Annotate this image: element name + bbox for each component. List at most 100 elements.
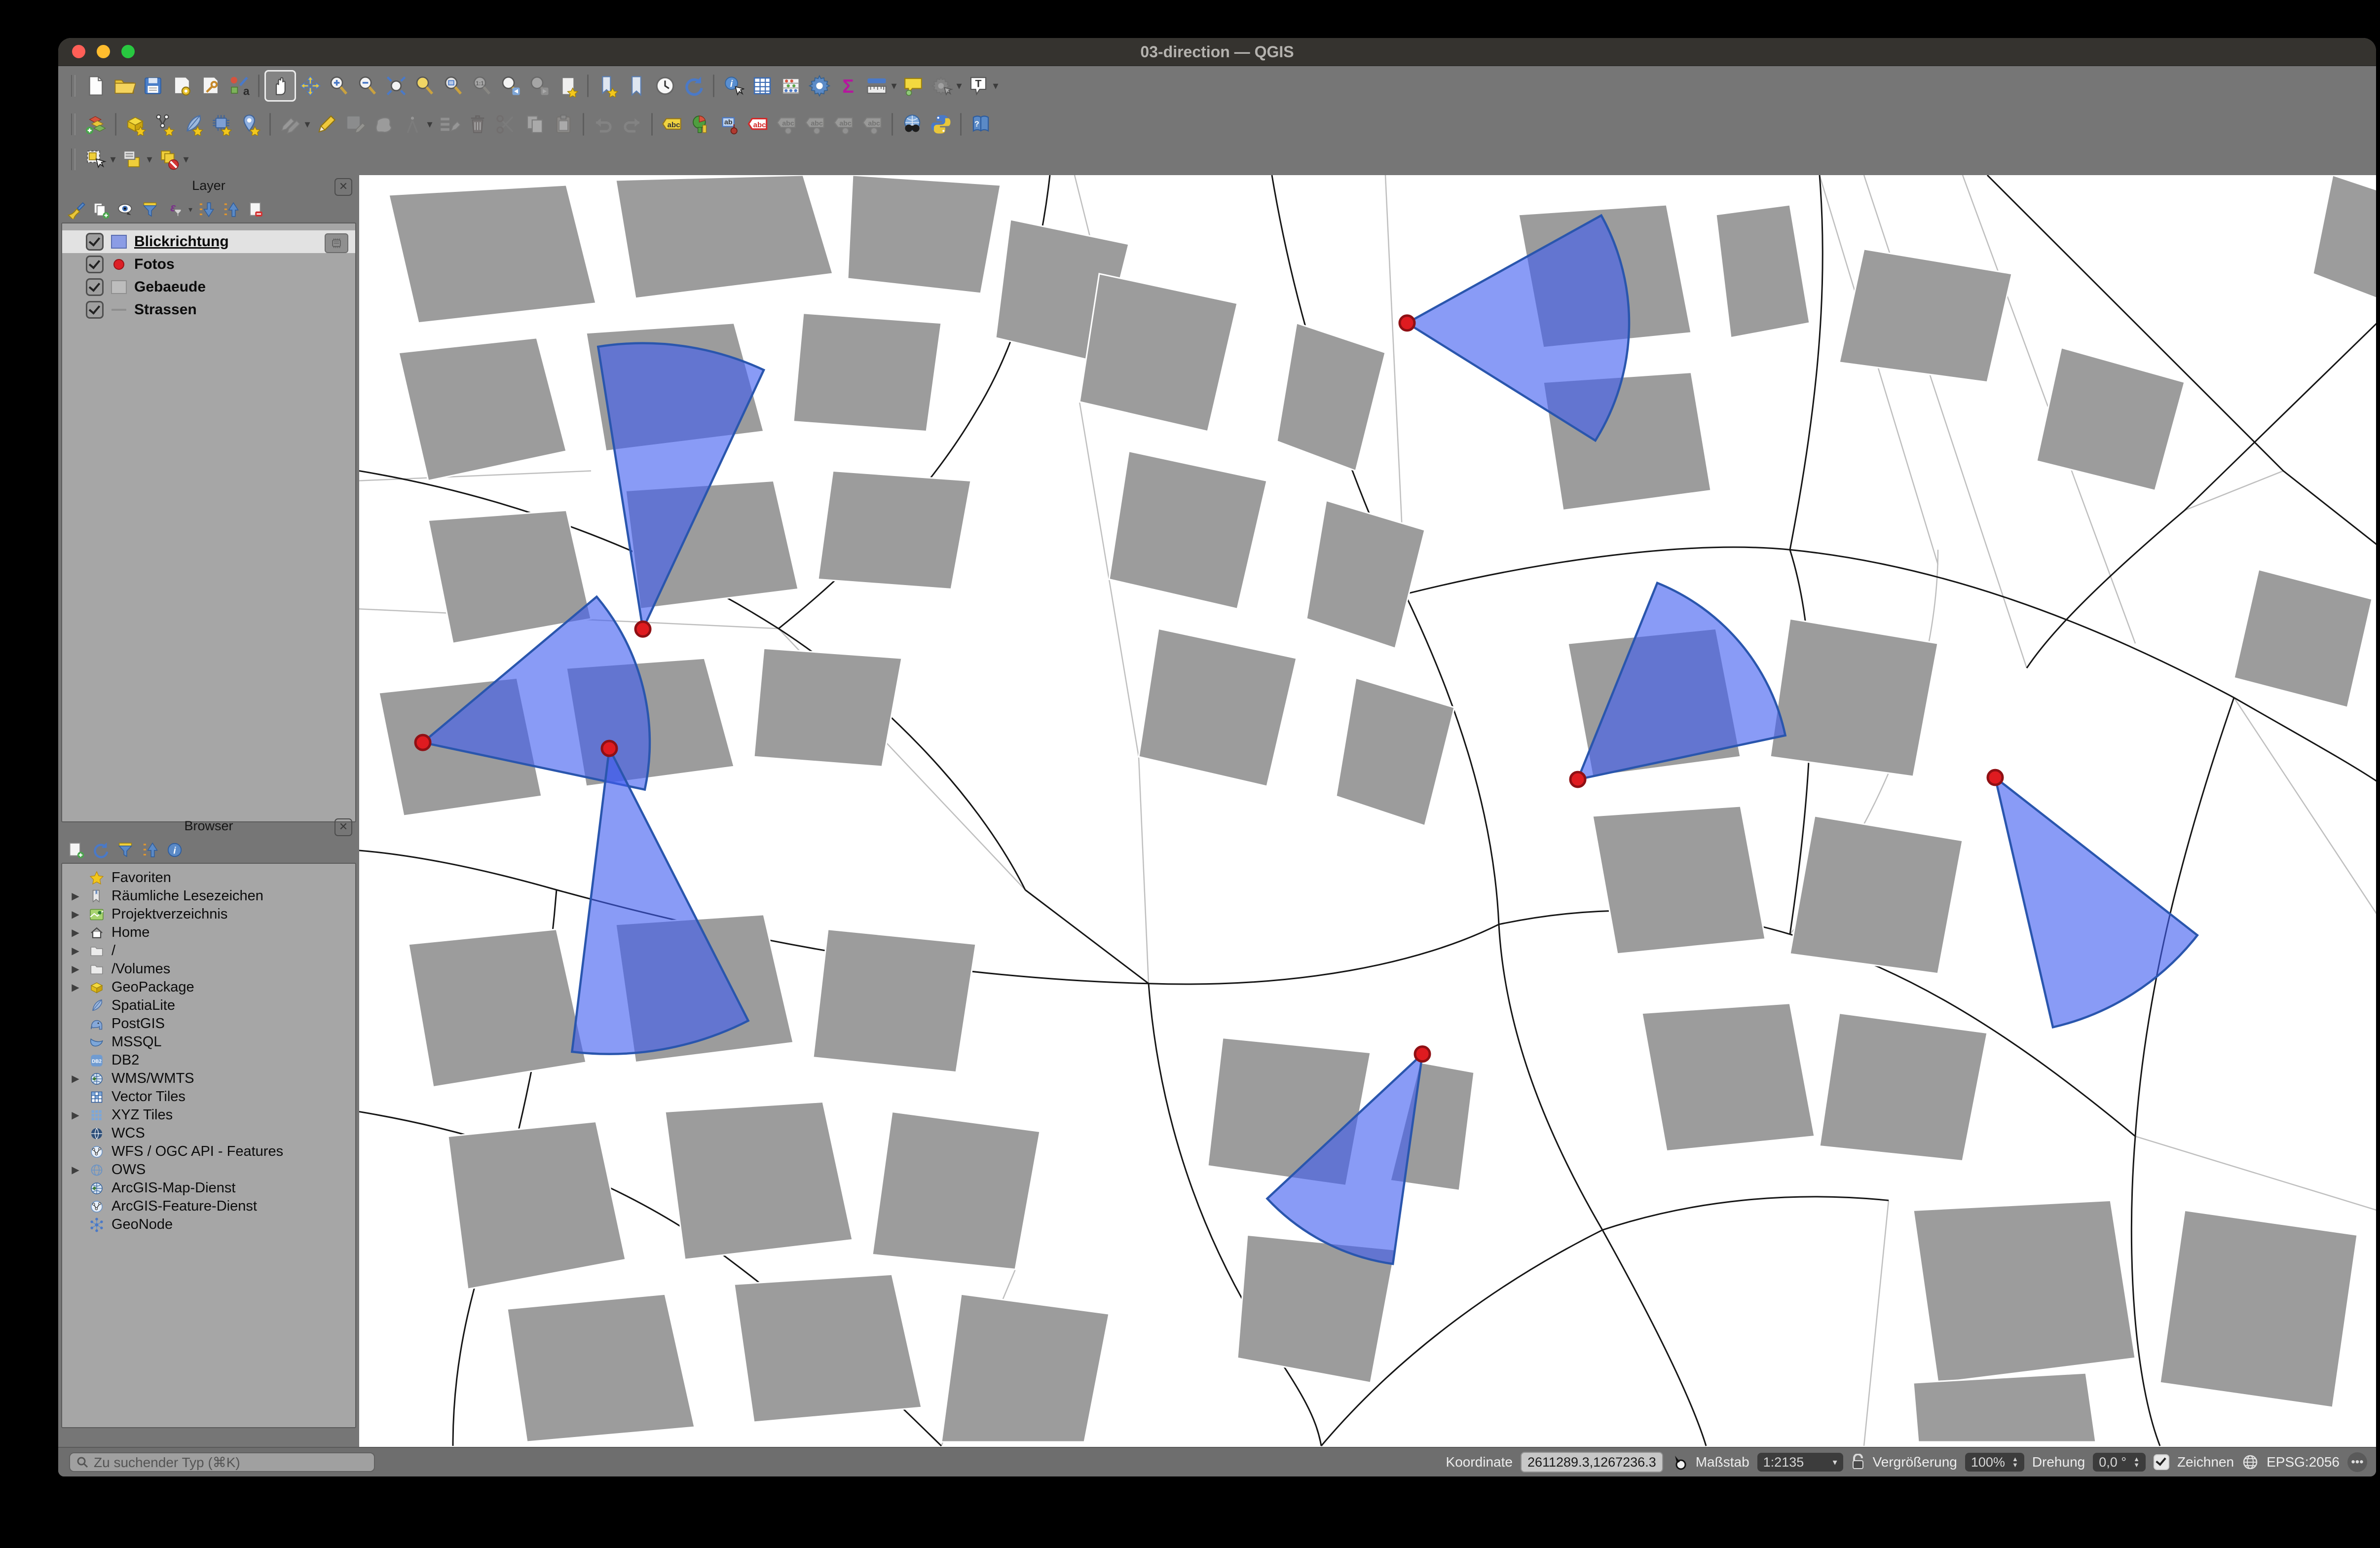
- highlight-pinned-labels-button[interactable]: abc: [744, 110, 772, 139]
- refresh-button[interactable]: [90, 839, 112, 861]
- expand-all-button[interactable]: [195, 199, 217, 221]
- pan-to-selection-button[interactable]: [296, 72, 325, 100]
- memory-layer-indicator-icon[interactable]: [325, 233, 348, 253]
- help-button[interactable]: ?: [967, 110, 995, 139]
- toggle-editing-button[interactable]: [312, 110, 341, 139]
- deselect-all-button[interactable]: [154, 145, 183, 174]
- filter-legend-button[interactable]: [139, 199, 161, 221]
- expander-icon[interactable]: ▶: [69, 908, 82, 921]
- select-features-button[interactable]: [81, 145, 110, 174]
- zoom-to-layer-button[interactable]: [439, 72, 468, 100]
- new-spatial-bookmark-button[interactable]: [594, 72, 622, 100]
- field-calculator-button[interactable]: Σ: [834, 72, 862, 100]
- processing-toolbox-button[interactable]: [805, 72, 834, 100]
- measure-line-dropdown-caret[interactable]: ▾: [889, 79, 899, 92]
- zoom-to-selection-button[interactable]: [410, 72, 439, 100]
- browser-item-projektverzeichnis[interactable]: ▶Projektverzeichnis: [62, 905, 355, 923]
- zoom-in-button[interactable]: [325, 72, 353, 100]
- browser-item-wcs[interactable]: WCS: [62, 1124, 355, 1143]
- crs-globe-icon[interactable]: [2242, 1454, 2259, 1471]
- browser-item-postgis[interactable]: PostGIS: [62, 1015, 355, 1033]
- text-annotation-dropdown-caret[interactable]: ▾: [991, 79, 1001, 92]
- refresh-map-button[interactable]: [679, 72, 708, 100]
- show-properties-button[interactable]: i: [164, 839, 186, 861]
- layer-item-fotos[interactable]: Fotos: [62, 253, 355, 276]
- layer-diagrams-button[interactable]: [686, 110, 715, 139]
- layer-item-strassen[interactable]: Strassen: [62, 298, 355, 321]
- new-shapefile-layer-button[interactable]: [150, 110, 179, 139]
- python-console-button[interactable]: [927, 110, 955, 139]
- browser-item-mssql[interactable]: MSSQL: [62, 1033, 355, 1051]
- select-features-dropdown-caret[interactable]: ▾: [108, 153, 118, 166]
- expander-icon[interactable]: ▶: [69, 926, 82, 939]
- show-layout-manager-button[interactable]: [196, 72, 224, 100]
- new-geopackage-layer-button[interactable]: [121, 110, 150, 139]
- pin-labels-button[interactable]: ab: [715, 110, 744, 139]
- layer-tree[interactable]: BlickrichtungFotosGebaeudeStrassen: [61, 222, 356, 822]
- zoom-out-button[interactable]: [353, 72, 382, 100]
- deselect-all-dropdown-caret[interactable]: ▾: [181, 153, 191, 166]
- add-selected-layers-button[interactable]: [65, 839, 87, 861]
- layer-item-blickrichtung[interactable]: Blickrichtung: [62, 230, 355, 253]
- rotation-spinner[interactable]: ▲▼: [2133, 1456, 2140, 1468]
- new-virtual-layer-button[interactable]: [236, 110, 264, 139]
- project-new-button[interactable]: [81, 72, 110, 100]
- open-attribute-table-button[interactable]: [748, 72, 777, 100]
- map-tips-button[interactable]: [899, 72, 928, 100]
- new-map-view-button[interactable]: [554, 72, 582, 100]
- close-browser-panel-icon[interactable]: ✕: [335, 818, 352, 836]
- identify-features-button[interactable]: i: [719, 72, 748, 100]
- statistical-summary-button[interactable]: [777, 72, 805, 100]
- title-bar[interactable]: 03-direction — QGIS: [58, 38, 2376, 66]
- new-spatialite-layer-button[interactable]: [179, 110, 207, 139]
- pan-map-button[interactable]: [264, 70, 296, 102]
- browser-item-wfs-ogc-api-features[interactable]: WFS / OGC API - Features: [62, 1143, 355, 1161]
- browser-item-xyz-tiles[interactable]: ▶XYZ Tiles: [62, 1106, 355, 1124]
- layer-item-gebaeude[interactable]: Gebaeude: [62, 276, 355, 298]
- expander-icon[interactable]: ▶: [69, 945, 82, 957]
- zoom-last-button[interactable]: [496, 72, 525, 100]
- new-memory-layer-button[interactable]: [207, 110, 236, 139]
- remove-layer-button[interactable]: [245, 199, 266, 221]
- collapse-all-button[interactable]: [220, 199, 242, 221]
- project-save-button[interactable]: [139, 72, 167, 100]
- new-print-layout-button[interactable]: [167, 72, 196, 100]
- show-bookmarks-button[interactable]: [622, 72, 651, 100]
- layer-visibility-checkbox[interactable]: [86, 256, 104, 273]
- toggle-extents-icon[interactable]: [1671, 1454, 1688, 1471]
- metasearch-button[interactable]: [898, 110, 927, 139]
- data-source-manager-button[interactable]: [81, 110, 110, 139]
- select-features-by-value-button[interactable]: [118, 145, 147, 174]
- scale-dropdown[interactable]: 1:2135▾: [1757, 1453, 1843, 1472]
- coordinate-field[interactable]: 2611289.3,1267236.3: [1521, 1452, 1663, 1473]
- browser-item-geopackage[interactable]: ▶GeoPackage: [62, 978, 355, 996]
- browser-item-geonode[interactable]: GeoNode: [62, 1216, 355, 1234]
- select-features-by-value-dropdown-caret[interactable]: ▾: [145, 153, 154, 166]
- lock-scale-icon[interactable]: [1851, 1454, 1865, 1471]
- browser-item-ows[interactable]: ▶OWS: [62, 1161, 355, 1179]
- expander-icon[interactable]: ▶: [69, 1109, 82, 1121]
- crs-value[interactable]: EPSG:2056: [2267, 1454, 2340, 1470]
- browser-item-home[interactable]: ▶Home: [62, 923, 355, 942]
- magnifier-field[interactable]: 100% ▲▼: [1965, 1453, 2024, 1472]
- style-manager-button[interactable]: a: [224, 72, 253, 100]
- expander-icon[interactable]: ▶: [69, 1072, 82, 1085]
- browser-item-[interactable]: ▶/: [62, 942, 355, 960]
- browser-item-arcgis-feature-dienst[interactable]: ArcGIS-Feature-Dienst: [62, 1197, 355, 1216]
- messages-button[interactable]: •••: [2347, 1452, 2367, 1472]
- project-open-button[interactable]: [110, 72, 139, 100]
- render-checkbox[interactable]: [2154, 1454, 2169, 1470]
- locator-search-input[interactable]: Zu suchender Typ (⌘K): [69, 1452, 375, 1472]
- expander-icon[interactable]: ▶: [69, 963, 82, 975]
- rotation-field[interactable]: 0,0 ° ▲▼: [2093, 1453, 2146, 1472]
- temporal-controller-button[interactable]: [651, 72, 679, 100]
- text-annotation-button[interactable]: T: [964, 72, 993, 100]
- magnifier-spinner[interactable]: ▲▼: [2012, 1456, 2018, 1468]
- open-layer-styling-button[interactable]: [65, 199, 87, 221]
- expander-icon[interactable]: ▶: [69, 981, 82, 994]
- filter-by-expression-button[interactable]: ε: [164, 199, 186, 221]
- layer-visibility-checkbox[interactable]: [86, 233, 104, 251]
- expander-icon[interactable]: ▶: [69, 1164, 82, 1176]
- layer-visibility-checkbox[interactable]: [86, 301, 104, 319]
- browser-item-r-umliche-lesezeichen[interactable]: ▶Räumliche Lesezeichen: [62, 887, 355, 905]
